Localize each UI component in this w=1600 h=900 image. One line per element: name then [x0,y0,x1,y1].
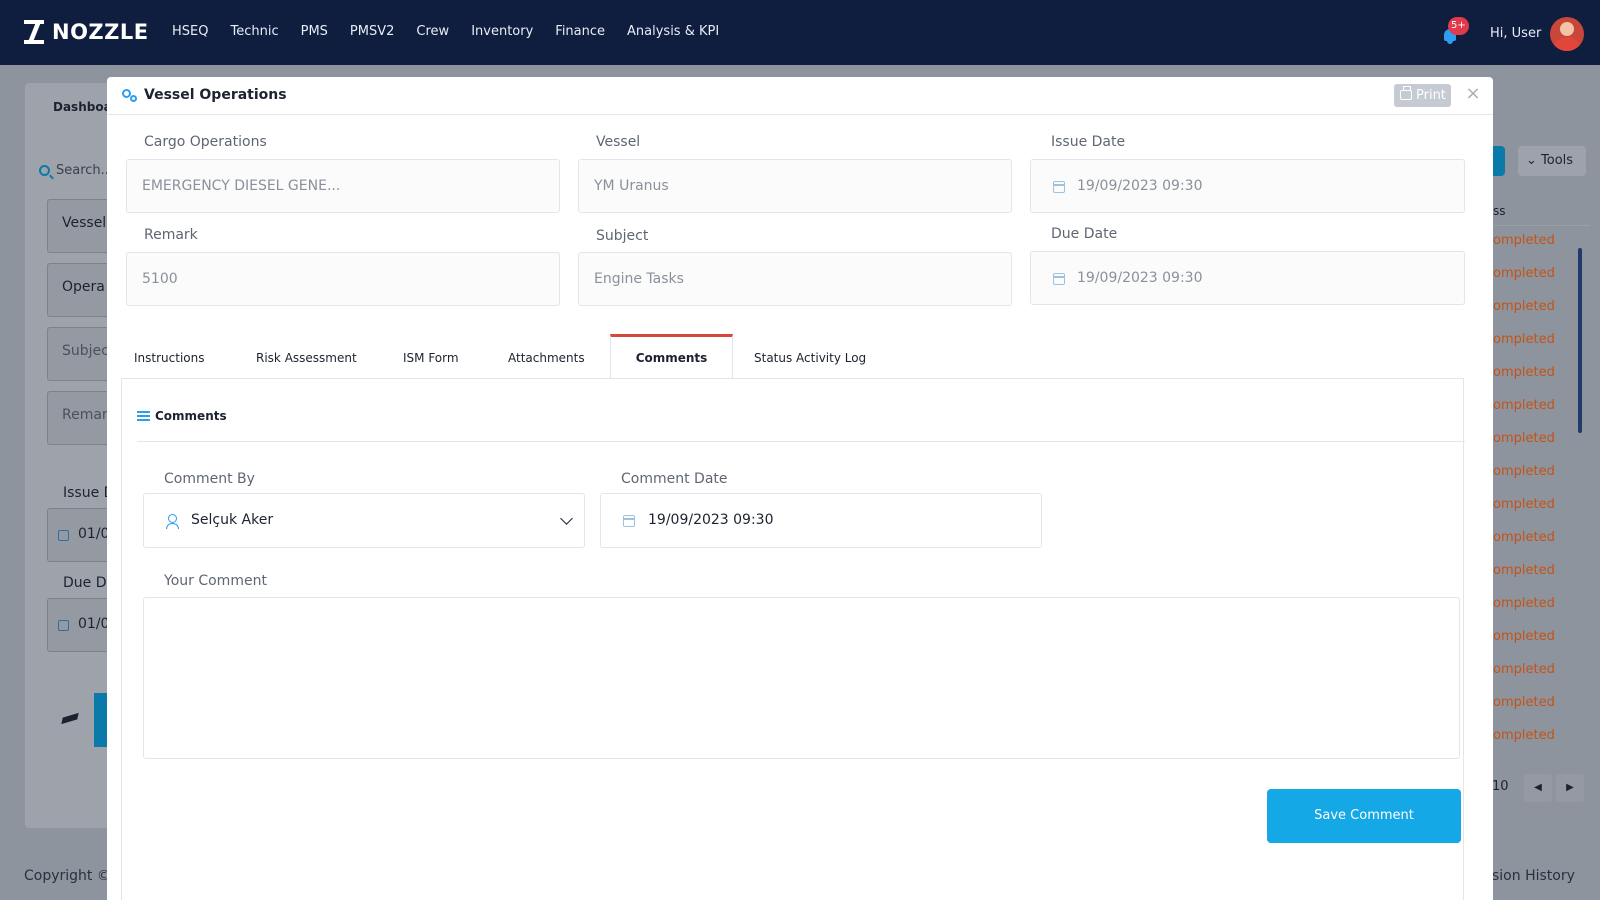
remark-label: Remark [144,227,198,243]
status-cell: ompleted [1493,563,1555,578]
notification-badge: 5+ [1448,17,1469,35]
nav-item-hseq[interactable]: HSEQ [172,24,208,39]
nav-item-technic[interactable]: Technic [230,24,278,39]
nozzle-logo-icon [24,20,44,44]
subject-label: Subject [596,228,649,244]
status-cell: ompleted [1493,299,1555,314]
pagination-count: 10 [1492,779,1509,794]
modal-title: Vessel Operations [144,87,287,103]
tab-instructions[interactable]: Instructions [134,334,204,379]
status-cell: ompleted [1493,728,1555,743]
filter-vessel[interactable]: Vessel [47,199,112,253]
filter-due-date[interactable]: 01/0 [47,598,112,652]
search-input[interactable]: Search... [56,163,113,178]
print-button[interactable]: Print [1394,84,1451,107]
nav-item-crew[interactable]: Crew [416,24,449,39]
vessel-label: Vessel [596,134,641,150]
user-icon [166,514,179,529]
breadcrumb: Dashboa [53,100,112,114]
status-cell: ompleted [1493,695,1555,710]
top-navbar: NOZZLE HSEQ Technic PMS PMSV2 Crew Inven… [0,0,1600,65]
comment-by-label: Comment By [164,471,255,487]
status-cell: ompleted [1493,530,1555,545]
comment-date-label: Comment Date [621,471,728,487]
search-icon [39,165,50,176]
chevron-down-icon: ⌄ [1526,153,1542,168]
nav-item-pmsv2[interactable]: PMSV2 [350,24,394,39]
nav-item-analysis-kpi[interactable]: Analysis & KPI [627,24,719,39]
status-cell: ompleted [1493,233,1555,248]
gears-icon [122,89,138,103]
tab-status-activity-log[interactable]: Status Activity Log [754,334,866,379]
row-divider [1490,225,1590,226]
filter-remark[interactable]: Remar [47,391,112,445]
comments-section-title: Comments [155,409,227,423]
comment-textarea[interactable] [143,597,1460,759]
issue-date-label: Issue Date [1051,134,1126,150]
table-scrollbar[interactable] [1578,248,1582,433]
avatar[interactable] [1550,17,1584,51]
footer-version-history[interactable]: sion History [1492,868,1575,884]
save-comment-button[interactable]: Save Comment [1267,789,1461,843]
calendar-icon [58,530,69,541]
nav-item-inventory[interactable]: Inventory [471,24,533,39]
clear-filters-button[interactable] [47,693,94,747]
status-cell: ompleted [1493,596,1555,611]
column-header-status: ss [1493,204,1506,218]
comment-date-field[interactable]: 19/09/2023 09:30 [600,493,1042,548]
filter-operation[interactable]: Opera [47,263,112,317]
list-icon [137,411,150,422]
tools-dropdown[interactable]: ⌄ Tools [1518,146,1586,176]
prev-page-button[interactable]: ◀ [1524,774,1552,802]
status-cell: ompleted [1493,431,1555,446]
status-cell: ompleted [1493,662,1555,677]
subject-field[interactable]: Engine Tasks [578,252,1012,306]
filter-issue-date[interactable]: 01/0 [47,508,112,562]
cargo-operations-field[interactable]: EMERGENCY DIESEL GENE... [126,159,560,213]
status-cell: ompleted [1493,497,1555,512]
issue-date-field[interactable]: 19/09/2023 09:30 [1030,159,1465,213]
calendar-icon [1053,273,1065,285]
printer-icon [1400,86,1412,100]
section-divider [137,441,1465,442]
status-cell: ompleted [1493,365,1555,380]
brand-name: NOZZLE [52,20,149,44]
cargo-operations-label: Cargo Operations [144,134,267,150]
nav-item-pms[interactable]: PMS [301,24,328,39]
nav-item-finance[interactable]: Finance [555,24,605,39]
your-comment-label: Your Comment [164,573,267,589]
status-cell: ompleted [1493,629,1555,644]
status-cell: ompleted [1493,398,1555,413]
vessel-operations-modal: Vessel Operations Print × Cargo Operatio… [107,77,1493,900]
status-cell: ompleted [1493,266,1555,281]
tab-attachments[interactable]: Attachments [508,334,585,379]
status-cell: ompleted [1493,464,1555,479]
due-date-label: Due Date [1051,226,1118,242]
vessel-field[interactable]: YM Uranus [578,159,1012,213]
modal-header: Vessel Operations Print × [107,77,1493,115]
tab-risk-assessment[interactable]: Risk Assessment [256,334,357,379]
tab-bar: Instructions Risk Assessment ISM Form At… [121,334,1461,379]
due-date-field[interactable]: 19/09/2023 09:30 [1030,251,1465,305]
comment-by-select[interactable]: Selçuk Aker [143,493,585,548]
next-page-button[interactable]: ▶ [1556,774,1584,802]
calendar-icon [58,620,69,631]
tab-comments[interactable]: Comments [610,334,733,379]
eraser-icon [61,712,79,725]
chevron-down-icon [560,512,573,525]
calendar-icon [623,515,635,527]
user-greeting[interactable]: Hi, User [1490,26,1541,41]
calendar-icon [1053,181,1065,193]
main-menu: HSEQ Technic PMS PMSV2 Crew Inventory Fi… [172,24,741,39]
filter-subject[interactable]: Subjec [47,327,112,381]
close-button[interactable]: × [1463,83,1483,105]
tab-ism-form[interactable]: ISM Form [403,334,459,379]
remark-field[interactable]: 5100 [126,252,560,306]
brand-logo[interactable]: NOZZLE [24,20,149,44]
status-cell: ompleted [1493,332,1555,347]
footer-copyright: Copyright © [24,868,111,884]
